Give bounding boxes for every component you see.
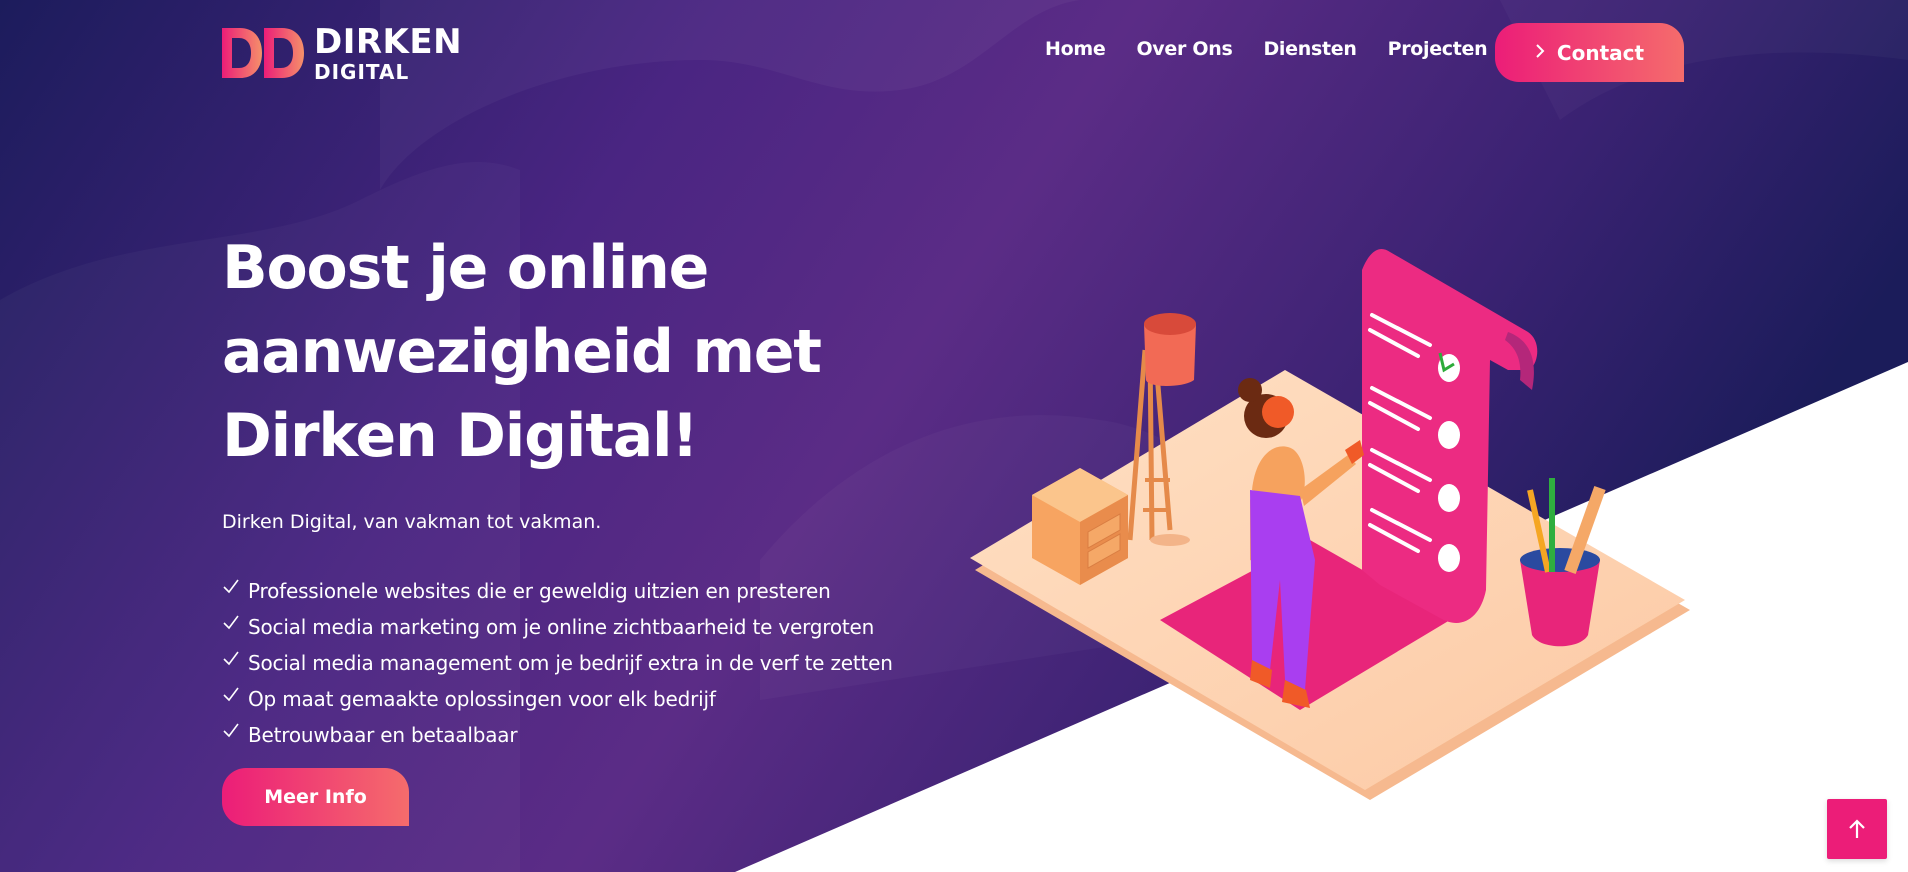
main-nav: Home Over Ons Diensten Projecten xyxy=(1045,38,1488,60)
hero-title-line-1: Boost je online xyxy=(222,233,709,303)
logo[interactable]: DIRKEN DIGITAL xyxy=(222,25,482,82)
check-icon xyxy=(223,615,239,630)
arrow-up-icon xyxy=(1849,819,1865,838)
feature-item-label: Betrouwbaar en betaalbaar xyxy=(248,723,518,747)
feature-item: Social media marketing om je online zich… xyxy=(222,609,982,645)
meer-info-button-label: Meer Info xyxy=(264,786,367,808)
contact-button[interactable]: Contact xyxy=(1495,23,1684,82)
feature-item: Social media management om je bedrijf ex… xyxy=(222,645,982,681)
logo-line-1: DIRKEN xyxy=(314,21,463,62)
hero-subtitle: Dirken Digital, van vakman tot vakman. xyxy=(222,511,602,533)
meer-info-button[interactable]: Meer Info xyxy=(222,768,409,826)
logo-mark-icon xyxy=(222,28,304,78)
check-icon xyxy=(223,651,239,666)
feature-item-label: Professionele websites die er geweldig u… xyxy=(248,579,831,603)
nav-item-projecten[interactable]: Projecten xyxy=(1388,38,1488,60)
contact-button-label: Contact xyxy=(1556,40,1645,65)
nav-item-over-ons[interactable]: Over Ons xyxy=(1136,38,1232,60)
feature-item: Op maat gemaakte oplossingen voor elk be… xyxy=(222,681,982,717)
logo-line-2: DIGITAL xyxy=(314,59,410,84)
check-icon xyxy=(223,579,239,594)
hero-illustration xyxy=(970,249,1690,800)
nav-item-diensten[interactable]: Diensten xyxy=(1263,38,1356,60)
logo-text: DIRKEN DIGITAL xyxy=(314,25,462,82)
check-icon xyxy=(223,723,239,738)
check-icon xyxy=(223,687,239,702)
feature-item-label: Social media marketing om je online zich… xyxy=(248,615,875,639)
hero-title-line-2: aanwezigheid met xyxy=(222,317,822,387)
hero-title-line-3: Dirken Digital! xyxy=(222,401,699,471)
feature-item-label: Op maat gemaakte oplossingen voor elk be… xyxy=(248,687,716,711)
feature-item: Betrouwbaar en betaalbaar xyxy=(222,717,982,753)
nav-item-home[interactable]: Home xyxy=(1045,38,1106,60)
feature-item: Professionele websites die er geweldig u… xyxy=(222,573,982,609)
chevron-right-icon xyxy=(1535,42,1545,63)
site-header: DIRKEN DIGITAL Home Over Ons Diensten Pr… xyxy=(0,0,1908,104)
hero-section: Boost je online aanwezigheid met Dirken … xyxy=(222,226,982,753)
feature-item-label: Social media management om je bedrijf ex… xyxy=(248,651,893,675)
scroll-to-top-button[interactable] xyxy=(1827,799,1887,859)
feature-list: Professionele websites die er geweldig u… xyxy=(222,573,982,753)
hero-title: Boost je online aanwezigheid met Dirken … xyxy=(222,226,982,478)
